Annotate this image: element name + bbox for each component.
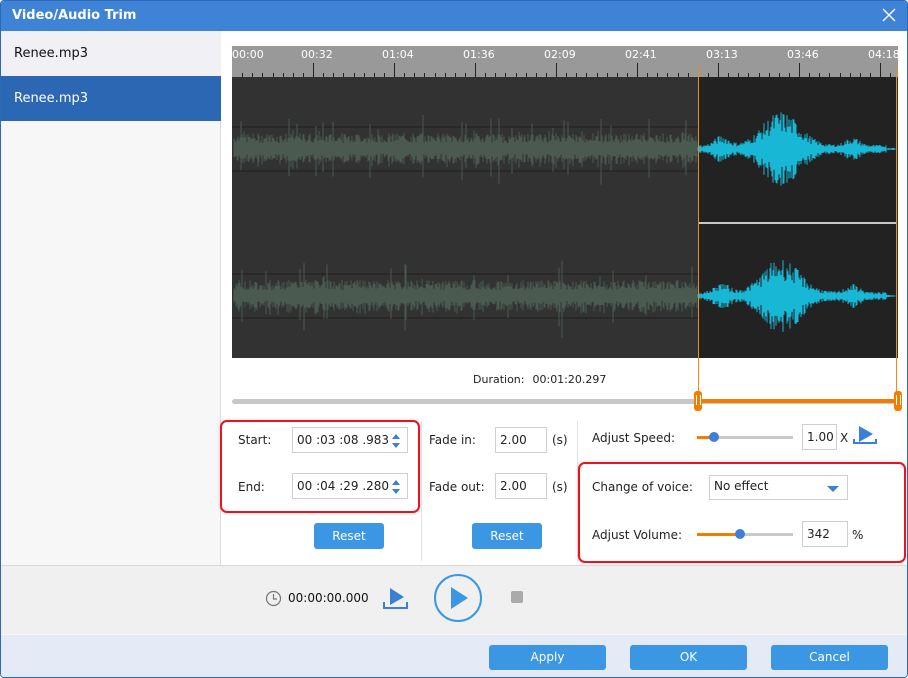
chevron-down-icon	[827, 486, 839, 492]
window-title: Video/Audio Trim	[12, 8, 137, 23]
title-bar: Video/Audio Trim	[1, 1, 907, 31]
waveform-view[interactable]	[232, 77, 898, 358]
voice-effect-value: No effect	[714, 479, 769, 493]
ruler-label: 01:36	[463, 48, 495, 61]
ruler-major-tick	[394, 63, 395, 77]
playback-bar: 00:00:00.000	[1, 565, 907, 634]
duration-readout: Duration: 00:01:20.297	[473, 373, 614, 386]
start-time-input[interactable]: 00 :03 :08 .983	[292, 427, 408, 453]
trim-reset-button[interactable]: Reset	[314, 523, 384, 549]
fade-in-label: Fade in:	[429, 433, 476, 447]
preview-speed-icon[interactable]	[852, 425, 878, 445]
trim-end-handle[interactable]	[894, 391, 902, 411]
volume-slider-knob[interactable]	[735, 529, 745, 539]
divider	[421, 421, 422, 561]
end-time-input[interactable]: 00 :04 :29 .280	[292, 473, 408, 499]
ruler-major-tick	[718, 63, 719, 77]
voice-effect-dropdown[interactable]: No effect	[709, 475, 848, 500]
volume-slider-fill	[697, 533, 740, 536]
waveform-selected	[697, 260, 896, 332]
fade-out-value: 2.00	[500, 479, 527, 493]
ruler-major-tick	[475, 63, 476, 77]
duration-label: Duration:	[473, 373, 525, 386]
file-name: Renee.mp3	[14, 91, 89, 106]
start-time-value: 00 :03 :08 .983	[297, 433, 390, 447]
fade-out-input[interactable]: 2.00	[495, 473, 547, 499]
ok-button[interactable]: OK	[630, 645, 747, 670]
close-icon[interactable]	[881, 7, 897, 23]
waveform-selected	[697, 112, 896, 186]
end-time-spinner-icon[interactable]	[391, 479, 401, 495]
timeline-ruler[interactable]: 00:00 00:32 01:04 01:36 02:09 02:41 03:13 03:46…	[232, 46, 900, 77]
volume-label: Adjust Volume:	[592, 528, 682, 542]
fade-out-label: Fade out:	[429, 480, 485, 494]
play-icon[interactable]	[433, 574, 483, 624]
clock-icon	[265, 590, 282, 607]
waveform-unselected	[233, 260, 698, 338]
video-audio-trim-dialog: Video/Audio Trim Renee.mp3 Renee.mp3 00:…	[0, 0, 908, 678]
waveform-unselected	[233, 114, 698, 185]
fade-out-unit: (s)	[552, 480, 568, 494]
fade-in-input[interactable]: 2.00	[495, 427, 547, 453]
end-time-value: 00 :04 :29 .280	[297, 479, 390, 493]
cancel-button[interactable]: Cancel	[771, 645, 888, 670]
ruler-major-tick	[880, 63, 881, 77]
start-label: Start:	[238, 433, 272, 447]
speed-value: 1.00	[807, 430, 834, 444]
ruler-major-tick	[313, 63, 314, 77]
stop-icon[interactable]	[511, 591, 524, 604]
volume-input[interactable]: 342	[802, 521, 848, 547]
play-selection-icon[interactable]	[382, 586, 409, 610]
volume-unit: %	[852, 528, 864, 542]
end-label: End:	[238, 480, 265, 494]
ruler-label: 00:32	[301, 48, 333, 61]
ruler-major-tick	[637, 63, 638, 77]
file-list-item-selected[interactable]: Renee.mp3	[1, 76, 221, 121]
fade-in-unit: (s)	[552, 433, 568, 447]
dialog-footer: Apply OK Cancel	[1, 634, 907, 677]
ruler-label: 00:00	[232, 48, 264, 61]
ruler-major-tick	[556, 63, 557, 77]
fade-in-value: 2.00	[500, 433, 527, 447]
selection-end-marker[interactable]	[896, 66, 897, 398]
voice-label: Change of voice:	[592, 480, 693, 494]
playback-time: 00:00:00.000	[288, 591, 369, 605]
file-list-item[interactable]: Renee.mp3	[1, 31, 221, 76]
start-time-spinner-icon[interactable]	[391, 433, 401, 449]
trim-range-bar	[698, 399, 900, 403]
file-list: Renee.mp3 Renee.mp3	[1, 31, 221, 565]
file-name: Renee.mp3	[14, 46, 89, 61]
ruler-label: 02:09	[544, 48, 576, 61]
ruler-major-tick	[799, 63, 800, 77]
apply-button[interactable]: Apply	[489, 645, 606, 670]
selection-start-marker[interactable]	[698, 66, 699, 398]
ruler-label: 03:13	[706, 48, 738, 61]
trim-start-handle[interactable]	[694, 391, 702, 411]
ruler-label: 03:46	[787, 48, 819, 61]
ruler-label: 04:18	[868, 48, 900, 61]
ruler-label: 01:04	[382, 48, 414, 61]
volume-value: 342	[807, 527, 830, 541]
speed-label: Adjust Speed:	[592, 431, 675, 445]
speed-slider-knob[interactable]	[709, 432, 719, 442]
waveform-graphic	[232, 112, 896, 338]
ruler-label: 02:41	[625, 48, 657, 61]
speed-input[interactable]: 1.00	[802, 424, 837, 450]
speed-unit: X	[840, 431, 849, 445]
duration-value: 00:01:20.297	[532, 373, 607, 386]
fade-reset-button[interactable]: Reset	[472, 523, 542, 549]
